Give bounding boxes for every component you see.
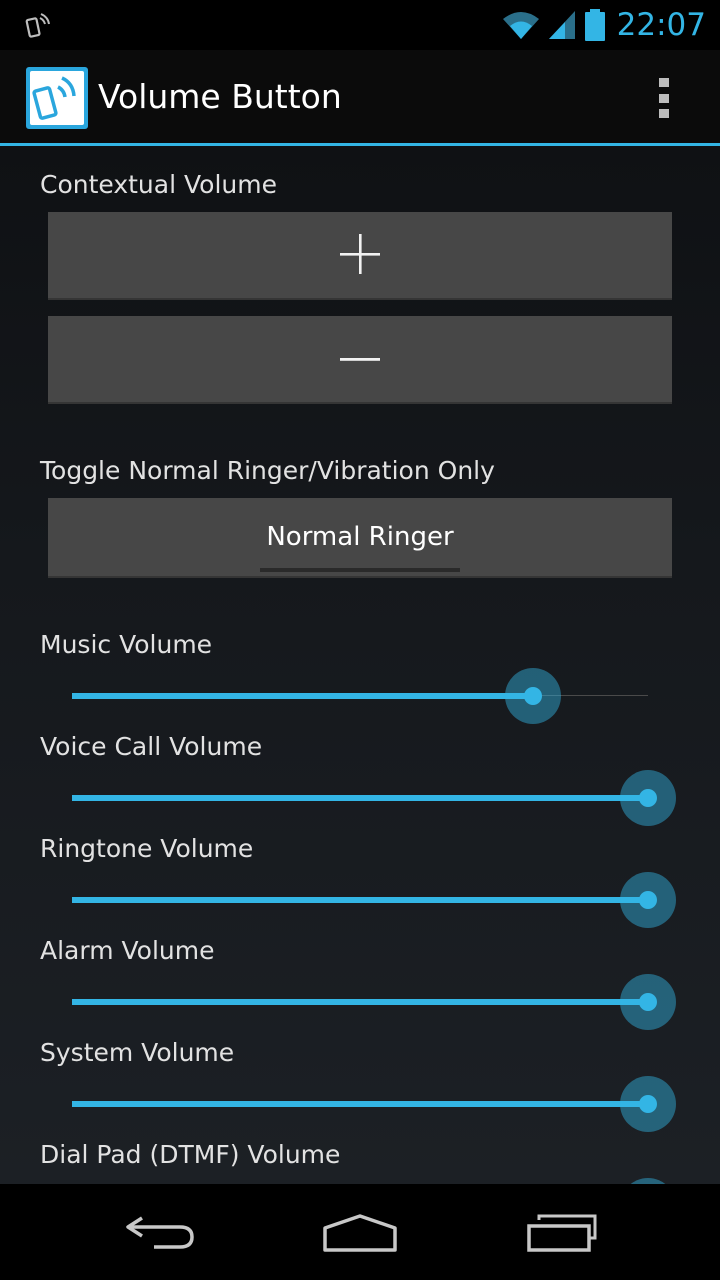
- volume-slider[interactable]: [72, 666, 648, 726]
- home-icon[interactable]: [315, 1210, 405, 1254]
- slider-fill: [72, 795, 648, 801]
- signal-icon: [548, 11, 575, 39]
- volume-slider[interactable]: [72, 870, 676, 930]
- slider-fill: [72, 897, 648, 903]
- navigation-bar: [0, 1184, 720, 1280]
- recent-apps-icon[interactable]: [517, 1210, 607, 1254]
- ringer-toggle-button[interactable]: Normal Ringer: [48, 498, 672, 578]
- slider-thumb[interactable]: [639, 993, 657, 1011]
- plus-icon: [340, 234, 380, 274]
- slider-label: Music Volume: [40, 630, 213, 659]
- phone-rotate-icon: [25, 13, 50, 38]
- slider-label: Alarm Volume: [40, 936, 215, 965]
- status-bar: 22:07: [0, 0, 720, 50]
- toggle-ringer-label: Toggle Normal Ringer/Vibration Only: [40, 456, 495, 485]
- toggle-indicator: [260, 568, 460, 572]
- volume-slider[interactable]: [72, 1074, 676, 1134]
- volume-slider[interactable]: [72, 972, 676, 1032]
- action-bar: Volume Button: [0, 50, 720, 143]
- back-icon[interactable]: [118, 1210, 208, 1254]
- status-icons: 22:07: [501, 6, 706, 44]
- slider-thumb[interactable]: [639, 891, 657, 909]
- overflow-menu-icon[interactable]: [646, 74, 682, 122]
- slider-label: Dial Pad (DTMF) Volume: [40, 1140, 341, 1169]
- slider-thumb[interactable]: [639, 1095, 657, 1113]
- volume-slider[interactable]: [72, 768, 676, 828]
- slider-label: Ringtone Volume: [40, 834, 254, 863]
- slider-thumb[interactable]: [639, 789, 657, 807]
- settings-content[interactable]: Contextual Volume Toggle Normal Ringer/V…: [0, 146, 720, 1184]
- slider-label: System Volume: [40, 1038, 235, 1067]
- battery-icon: [584, 9, 605, 41]
- slider-label: Voice Call Volume: [40, 732, 263, 761]
- minus-icon: [340, 358, 380, 361]
- volume-slider[interactable]: [72, 1176, 676, 1184]
- volume-down-button[interactable]: [48, 316, 672, 404]
- slider-fill: [72, 693, 533, 699]
- volume-button-app-icon[interactable]: [26, 67, 88, 129]
- ringer-toggle-text: Normal Ringer: [266, 522, 454, 552]
- app-title: Volume Button: [98, 77, 342, 116]
- clock: 22:07: [616, 7, 706, 43]
- slider-fill: [72, 1101, 648, 1107]
- wifi-icon: [502, 12, 539, 39]
- volume-up-button[interactable]: [48, 212, 672, 300]
- slider-fill: [72, 999, 648, 1005]
- contextual-volume-label: Contextual Volume: [40, 170, 277, 199]
- slider-thumb[interactable]: [524, 687, 542, 705]
